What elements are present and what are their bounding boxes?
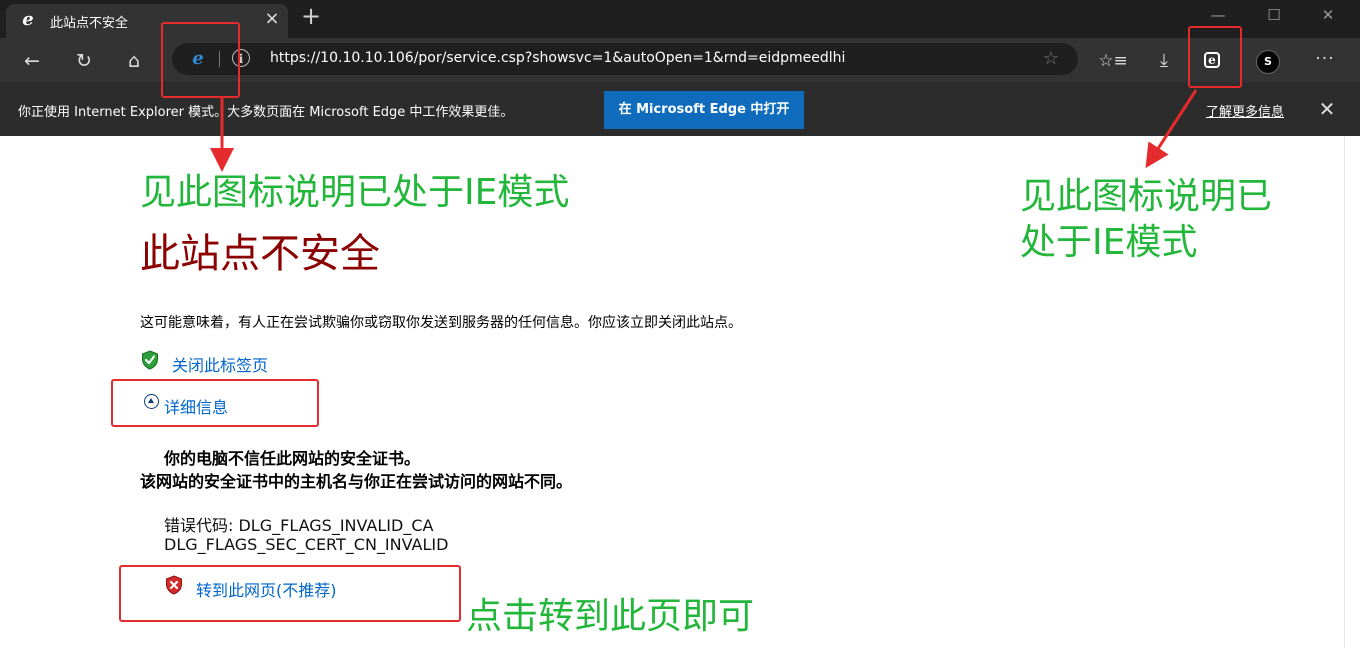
annotation-continue: 点击转到此页即可 (466, 596, 755, 637)
arrow-to-ie-mode-button (1145, 89, 1198, 169)
annotation-ie-indicator: 见此图标说明已处于IE模式 (140, 172, 570, 213)
annotation-ie-button-line2: 处于IE模式 (1020, 222, 1198, 263)
annotation-ie-button-line1: 见此图标说明已 (1020, 176, 1273, 217)
annotation-arrows (210, 89, 1198, 172)
